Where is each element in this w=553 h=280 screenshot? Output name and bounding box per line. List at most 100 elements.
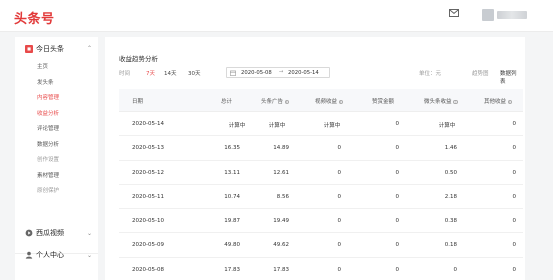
cell-video-revenue: 0 [337,145,342,152]
revenue-table: 日期 总计 头条广告 i 视频收益 i 赞赏金额 微头条收益 i 其他收益 i 2020… [119,89,523,280]
avatar[interactable] [482,9,494,21]
info-icon[interactable]: i [507,99,513,105]
username-blurred[interactable] [497,11,527,19]
cell-date: 2020-05-14 [132,121,164,127]
cell-date: 2020-05-12 [132,169,164,176]
header-weitoutiao-revenue: 微头条收益 i [424,99,458,105]
toutiao-icon: ■ [25,45,33,53]
cell-toutiao-ads: 17.83 [273,266,289,273]
cell-toutiao-ads: 19.49 [273,218,289,225]
cell-total: 计算中 [228,123,246,129]
range-option-30d[interactable]: 30天 [188,69,201,77]
xigua-video-icon [25,229,33,237]
chevron-down-icon: ⌄ [86,252,92,259]
sidebar-items: 主页 发头条 内容管理 收益分析 评论管理 数据分析 创作设置 素材管理 原创保… [15,60,98,200]
sidebar: ■ 今日头条 ⌃ 主页 发头条 内容管理 收益分析 评论管理 数据分析 创作设置… [15,37,98,280]
header-video-revenue: 视频收益 i [315,99,344,105]
user-icon [25,251,33,259]
sidebar-item-content-management[interactable]: 内容管理 [15,91,98,107]
cell-tips: 0 [395,193,400,200]
cell-total: 13.11 [224,169,240,176]
info-icon[interactable]: i [338,99,344,105]
cell-toutiao-ads: 49.62 [273,242,289,249]
cell-video-revenue: 0 [337,169,342,176]
sidebar-item-original-protection[interactable]: 原创保护 [15,184,98,200]
filter-row: 时间 7天 14天 30天 2020-05-08 → 2020-05-14 单位… [119,67,519,85]
cell-total: 16.35 [224,145,240,152]
cell-other-revenue: 0 [512,193,517,200]
date-range-picker[interactable]: 2020-05-08 → 2020-05-14 [226,67,330,78]
header-total: 总计 [221,99,233,105]
cell-tips: 0 [395,242,400,249]
cell-video-revenue: 0 [337,218,342,225]
cell-toutiao-ads: 12.61 [273,169,289,176]
cell-date: 2020-05-08 [132,266,164,273]
cell-tips: 0 [395,121,400,127]
sidebar-section-label: 个人中心 [36,251,64,259]
cell-date: 2020-05-09 [132,242,164,249]
info-icon[interactable]: i [284,99,290,105]
sidebar-item-home[interactable]: 主页 [15,60,98,76]
cell-other-revenue: 0 [512,169,517,176]
sidebar-item-revenue-analysis[interactable]: 收益分析 [15,107,98,123]
mail-icon[interactable] [449,9,459,17]
sidebar-section-toutiao[interactable]: ■ 今日头条 ⌃ [25,43,98,55]
cell-tips: 0 [395,169,400,176]
cell-total: 17.83 [224,266,240,273]
date-start: 2020-05-08 [241,70,272,76]
cell-weitoutiao-revenue: 计算中 [438,123,456,129]
cell-other-revenue: 0 [512,145,517,152]
range-option-14d[interactable]: 14天 [164,69,177,77]
table-row: 2020-05-12 13.11 12.61 0 0 0.50 0 [119,161,523,185]
header-date: 日期 [132,99,144,105]
cell-weitoutiao-revenue: 2.18 [444,193,457,200]
cell-video-revenue: 0 [337,242,342,249]
sidebar-item-publish[interactable]: 发头条 [15,76,98,92]
cell-total: 49.80 [224,242,240,249]
cell-weitoutiao-revenue: 0.18 [444,242,457,249]
table-row: 2020-05-10 19.87 19.49 0 0 0.38 0 [119,209,523,234]
cell-other-revenue: 0 [512,242,517,249]
cell-weitoutiao-revenue: 0 [453,266,458,273]
top-bar: 头条号 [0,0,553,32]
view-trend-tab[interactable]: 趋势图 [472,69,489,77]
cell-video-revenue: 计算中 [323,123,341,129]
unit-label: 单位：元 [419,71,442,77]
panel-title: 收益趋势分析 [119,55,158,63]
cell-weitoutiao-revenue: 0.38 [444,218,457,225]
view-list-tab[interactable]: 数据列表 [500,69,519,85]
chevron-up-icon: ⌃ [86,45,92,52]
range-option-7d[interactable]: 7天 [146,69,155,77]
sidebar-item-materials[interactable]: 素材管理 [15,169,98,185]
date-separator: → [279,69,284,75]
cell-video-revenue: 0 [337,266,342,273]
calendar-icon [230,70,236,76]
cell-tips: 0 [395,266,400,273]
cell-total: 10.74 [224,193,240,200]
table-header: 日期 总计 头条广告 i 视频收益 i 赞赏金额 微头条收益 i 其他收益 i [119,89,523,112]
header-toutiao-ads: 头条广告 i [261,99,290,105]
date-end: 2020-05-14 [288,70,319,76]
cell-toutiao-ads: 14.89 [273,145,289,152]
sidebar-section-profile[interactable]: 个人中心 ⌄ [25,249,98,261]
header-tips: 赞赏金额 [372,99,395,105]
table-row: 2020-05-11 10.74 8.56 0 0 2.18 0 [119,185,523,210]
app-logo[interactable]: 头条号 [14,8,55,27]
info-icon[interactable]: i [453,99,458,105]
chevron-down-icon: ⌄ [86,230,92,237]
cell-weitoutiao-revenue: 1.46 [444,145,457,152]
cell-video-revenue: 0 [337,193,342,200]
cell-toutiao-ads: 计算中 [268,123,286,129]
cell-toutiao-ads: 8.56 [276,193,289,200]
cell-date: 2020-05-13 [132,145,164,152]
sidebar-section-label: 今日头条 [36,45,64,53]
revenue-panel: 收益趋势分析 时间 7天 14天 30天 2020-05-08 → 2020-0… [105,37,525,280]
cell-other-revenue: 0 [512,266,517,273]
sidebar-item-creation-settings[interactable]: 创作设置 [15,153,98,169]
sidebar-section-xigua[interactable]: 西瓜视频 ⌄ [25,227,98,239]
time-label: 时间 [119,71,131,77]
sidebar-item-comments[interactable]: 评论管理 [15,122,98,138]
table-row: 2020-05-14 计算中 计算中 计算中 0 计算中 0 [119,112,523,137]
sidebar-item-data-analysis[interactable]: 数据分析 [15,138,98,154]
cell-tips: 0 [395,145,400,152]
